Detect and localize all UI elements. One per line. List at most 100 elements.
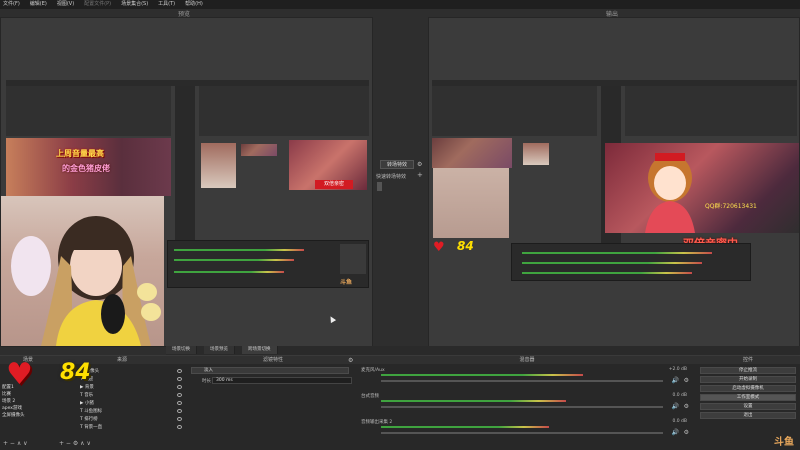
- nested-thumb-anime: 双倍亲密: [289, 140, 367, 190]
- nested-scene: [6, 86, 171, 136]
- source-label-4: 音乐: [84, 393, 94, 398]
- eye-icon[interactable]: [177, 393, 182, 397]
- studio-mode-button[interactable]: 工作室模式: [700, 394, 796, 401]
- menu-tools[interactable]: 工具(T): [158, 0, 175, 9]
- filter-type-select[interactable]: 淡入: [191, 367, 349, 374]
- mixer-track-3-db: 0.0 dB: [672, 419, 687, 424]
- tab-cross-scene[interactable]: 跨场景切换: [242, 346, 278, 354]
- scene-dock-toolbar[interactable]: + − ∧ ∨: [3, 440, 28, 447]
- mouse-cursor: [327, 314, 337, 324]
- douyu-watermark: 斗鱼: [774, 437, 794, 448]
- menu-file[interactable]: 文件(F): [3, 0, 20, 9]
- gear-icon[interactable]: ⚙: [684, 377, 689, 384]
- eye-icon[interactable]: [177, 385, 182, 389]
- exit-button[interactable]: 退出: [700, 412, 796, 419]
- eye-icon[interactable]: [177, 377, 182, 381]
- nested-scene-2: [199, 86, 369, 136]
- program-banner: [432, 138, 512, 168]
- mixer-track-3: 音频输出采集 2 0.0 dB 🔊 ⚙: [361, 419, 693, 439]
- menu-edit[interactable]: 编辑(E): [30, 0, 47, 9]
- tab-scene-switch[interactable]: 场景切换: [166, 346, 197, 354]
- eye-icon[interactable]: [177, 417, 182, 421]
- mixer-track-2-meter: [381, 400, 566, 402]
- program-nested-scene-2: [625, 86, 797, 136]
- settings-button[interactable]: 设置: [700, 403, 796, 410]
- preview-watermark: 斗鱼: [340, 279, 353, 286]
- heart-overlay-number: 84: [60, 360, 91, 385]
- scene-item-5[interactable]: 全屏摄像头: [2, 412, 25, 419]
- eye-icon[interactable]: [177, 369, 182, 373]
- eye-icon[interactable]: [177, 401, 182, 405]
- menu-scene-collection[interactable]: 场景集合(S): [121, 0, 148, 9]
- banner-text-2: 的金色猪皮佬: [62, 164, 110, 173]
- mini-meter-3: [174, 271, 284, 273]
- scene-item-3[interactable]: 场景 2: [2, 398, 15, 405]
- duration-label: 时长: [202, 379, 211, 384]
- mixer-track-3-meter: [381, 426, 549, 428]
- source-item-6[interactable]: T 斗鱼图标: [80, 408, 102, 415]
- controls-dock-title: 控件: [696, 356, 800, 364]
- webcam-feed: [1, 196, 164, 346]
- source-label-5: 小猪: [84, 401, 94, 406]
- filters-dock: 滤镜特性 淡入 时长 300 ms ⚙: [188, 355, 358, 450]
- menu-help[interactable]: 帮助(H): [185, 0, 203, 9]
- program-mini-meter-2: [522, 262, 702, 264]
- eye-icon[interactable]: [177, 409, 182, 413]
- mixer-track-1-name: 麦克风/Aux: [361, 368, 385, 373]
- virtual-camera-button[interactable]: 启动虚拟摄像机: [700, 385, 796, 392]
- nested-divider: [175, 86, 195, 266]
- program-mini-meter-1: [522, 252, 712, 254]
- anime-character: [645, 153, 695, 233]
- source-item-4[interactable]: T 音乐: [80, 392, 93, 399]
- mixer-dock-title: 混音器: [358, 356, 696, 364]
- mixer-track-3-slider[interactable]: [381, 432, 663, 434]
- nested-mixer: [167, 240, 369, 288]
- program-heart-icon: ♥: [433, 240, 445, 255]
- stop-streaming-button[interactable]: 停止推流: [700, 367, 796, 374]
- mixer-track-1-slider[interactable]: [381, 380, 663, 382]
- sources-dock-toolbar[interactable]: + − ⚙ ∧ ∨: [59, 440, 91, 447]
- qq-group-text: QQ群:720613431: [705, 203, 757, 210]
- menu-view[interactable]: 视图(V): [57, 0, 74, 9]
- eye-icon[interactable]: [177, 425, 182, 429]
- mini-meter-1: [174, 249, 304, 251]
- source-item-7[interactable]: T 排行榜: [80, 416, 98, 423]
- source-item-8[interactable]: T 背景一直: [80, 424, 102, 431]
- scene-tabs-bar: 场景切换 场景预览 跨场景切换: [166, 346, 800, 355]
- obs-window: 文件(F) 编辑(E) 视图(V) 配置文件(P) 场景集合(S) 工具(T) …: [0, 0, 800, 450]
- scene-item-4[interactable]: apex游戏: [2, 405, 22, 412]
- duration-input[interactable]: 300 ms: [212, 377, 352, 384]
- scene-item-2[interactable]: 比赛: [2, 391, 11, 398]
- transition-slider[interactable]: [377, 182, 382, 191]
- quick-transitions-label: 快速转场特效: [376, 174, 407, 180]
- program-canvas: QQ群:720613431 双倍亲密中 ♥ 84: [428, 17, 800, 347]
- overlay-banner-left: 上周音量最高 的金色猪皮佬: [6, 138, 171, 196]
- program-mini-meter-3: [522, 272, 692, 274]
- tab-scene-preview[interactable]: 场景预览: [204, 346, 235, 354]
- source-item-5[interactable]: ▶ 小猪: [80, 400, 94, 407]
- transition-button[interactable]: 转场特效: [380, 160, 414, 169]
- speaker-icon[interactable]: 🔊: [672, 429, 679, 436]
- menu-profile[interactable]: 配置文件(P): [84, 0, 111, 9]
- program-webcam: [433, 168, 509, 238]
- add-transition-icon[interactable]: +: [417, 171, 423, 179]
- speaker-icon[interactable]: 🔊: [672, 403, 679, 410]
- start-recording-button[interactable]: 开始录制: [700, 376, 796, 383]
- transition-gear-icon[interactable]: ⚙: [417, 161, 422, 168]
- program-heart-number: 84: [457, 239, 474, 253]
- nested-thumb-banner: [241, 144, 277, 156]
- program-nested-mixer: [511, 243, 751, 281]
- mixer-track-1-db: +2.0 dB: [668, 367, 687, 372]
- mini-controls: [340, 244, 366, 274]
- filters-settings-icon[interactable]: ⚙: [348, 357, 353, 364]
- webcam-person-illustration: [11, 216, 161, 346]
- mixer-track-1-meter: [381, 374, 583, 376]
- gear-icon[interactable]: ⚙: [684, 429, 689, 436]
- speaker-icon[interactable]: 🔊: [672, 377, 679, 384]
- mixer-track-2-slider[interactable]: [381, 406, 663, 408]
- preview-canvas[interactable]: 上周音量最高 的金色猪皮佬 双倍亲密 斗鱼: [0, 17, 373, 347]
- source-item-3[interactable]: ▶ 背景: [80, 384, 94, 391]
- mixer-dock: 混音器 麦克风/Aux +2.0 dB 🔊 ⚙ 台式音频 0.0 dB 🔊 ⚙ …: [358, 355, 696, 450]
- gear-icon[interactable]: ⚙: [684, 403, 689, 410]
- filters-dock-title: 滤镜特性: [188, 356, 358, 364]
